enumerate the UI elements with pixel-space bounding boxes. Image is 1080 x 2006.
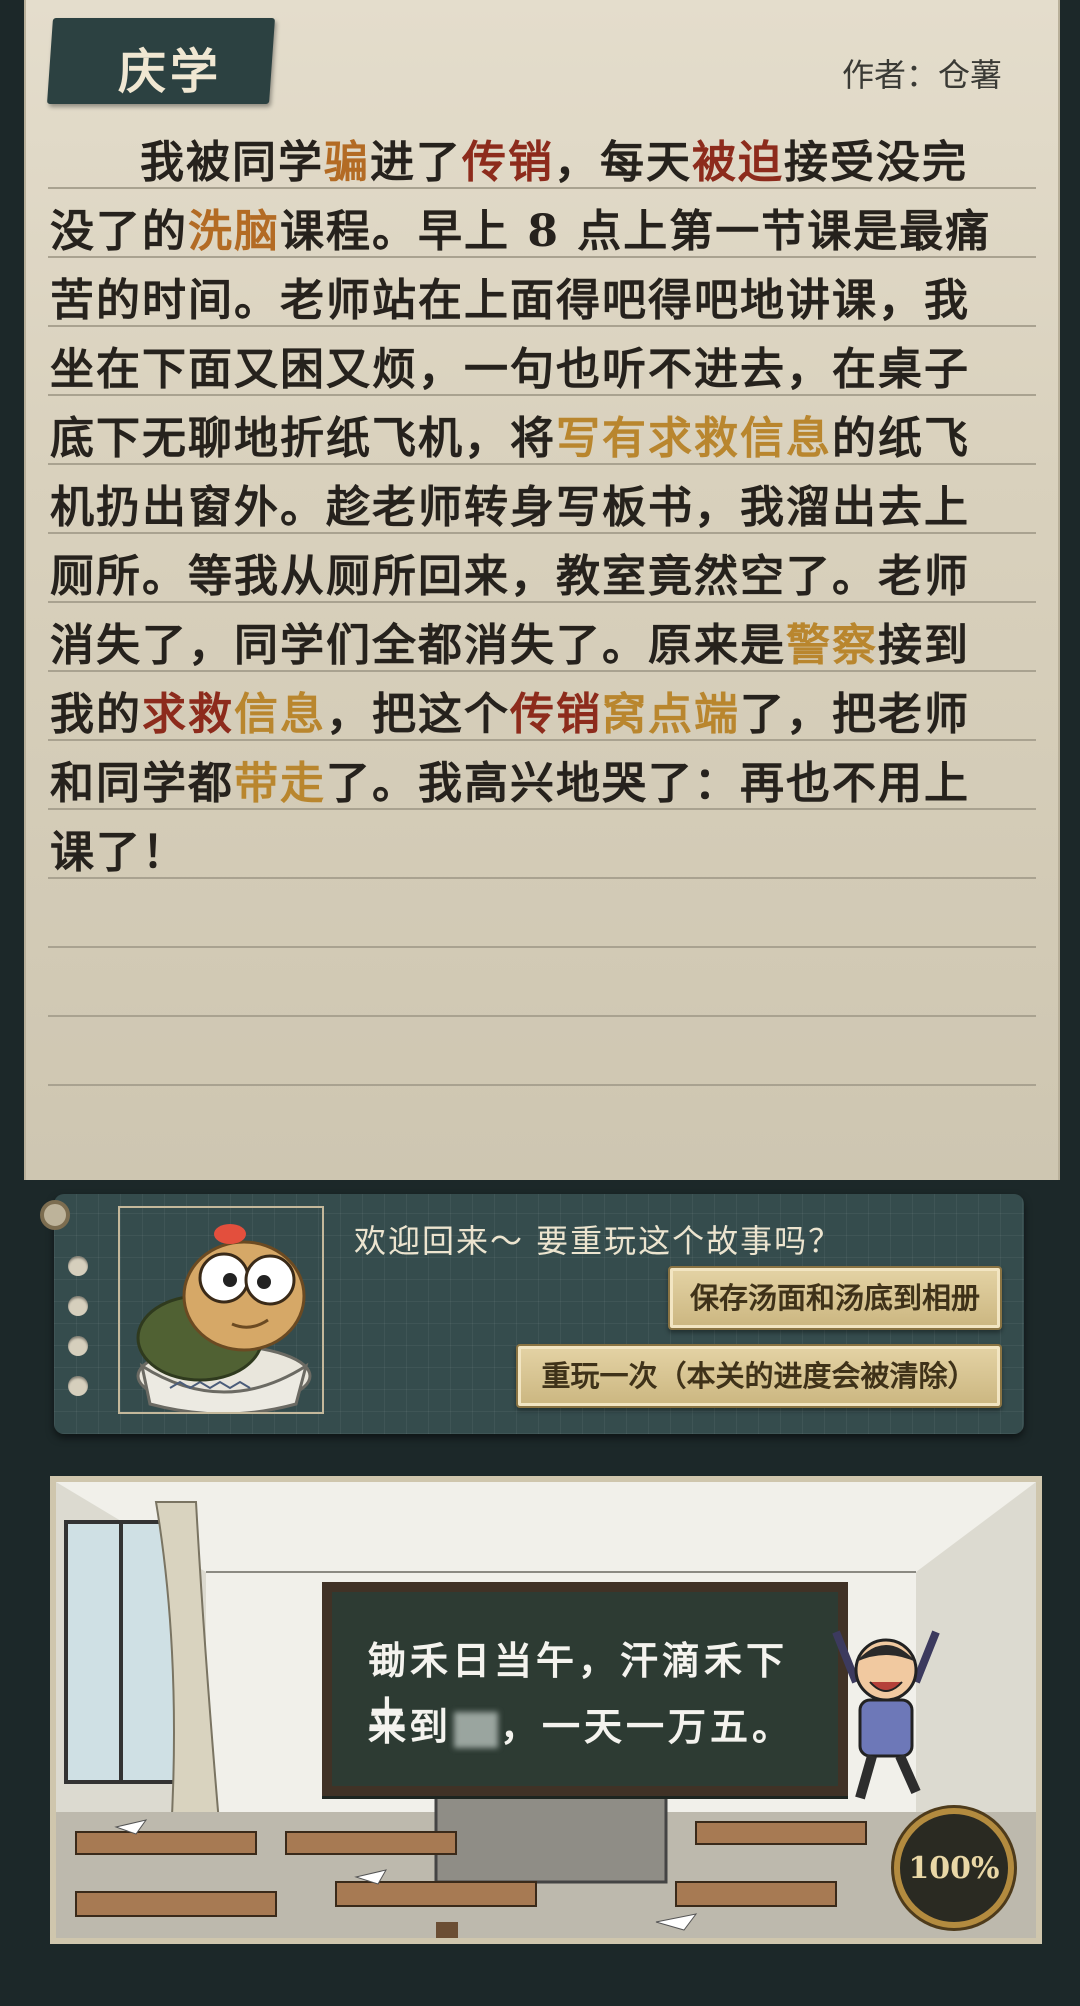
turtle-mascot-portrait: [118, 1206, 324, 1416]
replay-button[interactable]: 重玩一次（本关的进度会被清除）: [516, 1344, 1002, 1408]
progress-badge: 100%: [894, 1808, 1014, 1928]
game-frame: 庆学 作者：仓薯 我被同学骗进了传销，每天被迫接受没完没了的洗脑课程。早上 8 …: [0, 0, 1080, 2006]
highlighted-keyword: 警察: [786, 620, 878, 671]
binder-hole-icon: [68, 1376, 88, 1396]
save-to-album-button[interactable]: 保存汤面和汤底到相册: [668, 1266, 1002, 1330]
highlighted-keyword: 求救: [142, 689, 234, 740]
binder-hole-icon: [68, 1296, 88, 1316]
story-segment: 进了: [370, 137, 462, 188]
binder-hole-icon: [68, 1336, 88, 1356]
chalkboard-line-2-suffix: ，一天一万五。: [500, 1705, 795, 1749]
story-segment: ，每天: [554, 137, 692, 188]
binder-ring-icon: [40, 1200, 70, 1230]
highlighted-keyword: 信息: [234, 689, 326, 740]
highlighted-keyword: 传销: [462, 137, 554, 188]
binder-hole-icon: [68, 1256, 88, 1276]
highlighted-keyword: 写有求救信息: [556, 413, 832, 464]
replay-dialog: 欢迎回来～ 要重玩这个故事吗？ 保存汤面和汤底到相册 重玩一次（本关的进度会被清…: [54, 1194, 1024, 1434]
classroom-illustration: 锄禾日当午，汗滴禾下土。 来到 ，一天一万五。 100%: [50, 1476, 1042, 1944]
highlighted-keyword: 传销: [510, 689, 602, 740]
chalkboard-line-2-prefix: 来到: [368, 1705, 453, 1749]
author-label: 作者：仓薯: [841, 56, 1002, 94]
highlighted-keyword: 带走: [234, 758, 326, 809]
highlighted-keyword: 骗: [324, 137, 370, 188]
turtle-mascot-icon: [136, 1224, 312, 1416]
story-segment: 我被同学: [140, 137, 324, 188]
story-title: 庆学: [118, 44, 223, 100]
story-segment: ，把这个: [326, 689, 510, 740]
chalkboard: 锄禾日当午，汗滴禾下土。 来到 ，一天一万五。: [322, 1582, 848, 1796]
highlighted-keyword: 被迫: [692, 137, 784, 188]
cheering-student-icon: [832, 1630, 940, 1800]
welcome-text: 欢迎回来～ 要重玩这个故事吗？: [354, 1222, 843, 1260]
chalkboard-line-2: 来到 ，一天一万五。: [368, 1696, 794, 1751]
highlighted-keyword: 窝点端: [602, 689, 740, 740]
censored-blur: [454, 1711, 499, 1748]
highlighted-keyword: 洗脑: [188, 206, 280, 257]
story-text: 我被同学骗进了传销，每天被迫接受没完没了的洗脑课程。早上 8 点上第一节课是最痛…: [50, 128, 1000, 887]
